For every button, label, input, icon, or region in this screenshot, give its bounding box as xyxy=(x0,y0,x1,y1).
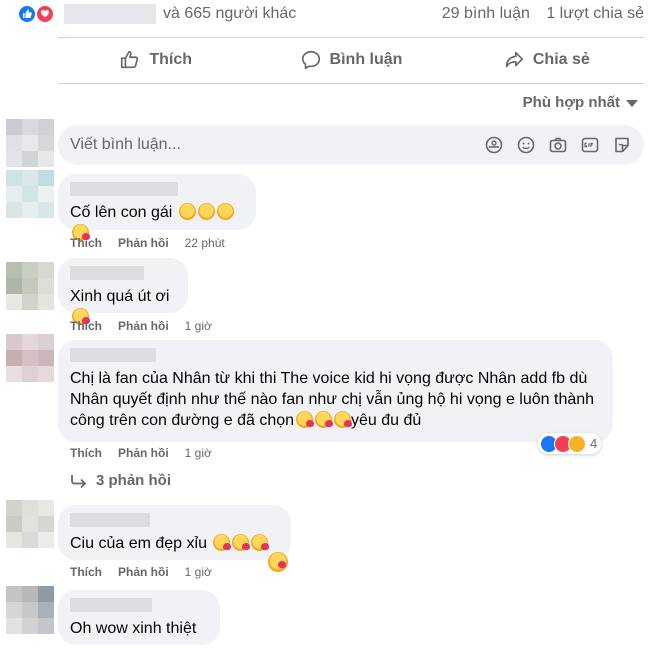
comment-meta: Thích Phản hồi 1 giờ xyxy=(70,446,212,460)
comment-bubble: Xinh quá út ơi xyxy=(58,258,188,325)
like-reaction-icon xyxy=(17,4,37,24)
reaction-icons[interactable] xyxy=(17,4,59,24)
avatar-sticker-icon[interactable] xyxy=(484,135,504,155)
emoji-icon[interactable] xyxy=(516,135,536,155)
commenter-avatar[interactable] xyxy=(6,334,54,382)
comment-meta: Thích Phản hồi 1 giờ xyxy=(70,319,212,333)
shares-count[interactable]: 1 lượt chia sẻ xyxy=(546,5,644,22)
comment-input-placeholder[interactable]: Viết bình luận... xyxy=(70,136,181,154)
comment-meta: Thích Phản hồi 1 giờ xyxy=(70,565,212,579)
divider xyxy=(58,37,644,38)
post-action-bar: Thích Bình luận Chia sẻ xyxy=(58,40,644,80)
comment-label: Bình luận xyxy=(329,51,403,68)
comment-icon xyxy=(301,50,320,70)
thumbs-up-icon xyxy=(121,50,139,69)
comment-time[interactable]: 1 giờ xyxy=(185,565,212,579)
comment-bubble: Cố lên con gái xyxy=(58,174,256,241)
post-counts: 29 bình luận 1 lượt chia sẻ xyxy=(430,5,644,23)
comment-like-link[interactable]: Thích xyxy=(70,565,102,579)
comment-reaction-badge[interactable]: 4 xyxy=(538,433,602,454)
comment-reply-link[interactable]: Phản hồi xyxy=(118,236,169,250)
comment-reply-link[interactable]: Phản hồi xyxy=(118,319,169,333)
composer-tools xyxy=(484,135,632,155)
blurred-commenter-name[interactable] xyxy=(70,348,156,362)
like-button[interactable]: Thích xyxy=(58,40,253,80)
comment-composer[interactable]: Viết bình luận... xyxy=(58,125,644,165)
comment-time[interactable]: 22 phút xyxy=(185,236,225,250)
gif-icon[interactable] xyxy=(580,135,600,155)
heart-hug-emoji-icon xyxy=(268,552,288,572)
blurred-commenter-name[interactable] xyxy=(70,182,178,196)
love-reaction-icon xyxy=(35,4,55,24)
share-arrow-icon xyxy=(505,51,523,68)
heart-face-emoji-icon xyxy=(232,534,251,551)
commenter-avatar[interactable] xyxy=(6,170,54,218)
blurred-commenter-name[interactable] xyxy=(70,598,152,612)
sort-label: Phù hợp nhất xyxy=(522,94,620,111)
reaction-count: 4 xyxy=(590,436,598,451)
comment-bubble: Chị là fan của Nhân từ khi thi The voice… xyxy=(58,340,613,442)
blurred-commenter-name[interactable] xyxy=(70,513,150,527)
blurred-commenter-name[interactable] xyxy=(70,266,144,280)
comment-sort-dropdown[interactable]: Phù hợp nhất xyxy=(523,94,638,111)
kissing-emoji-icon xyxy=(216,203,234,220)
share-label: Chia sẻ xyxy=(532,51,590,68)
chevron-down-icon xyxy=(626,100,638,107)
comment-reply-link[interactable]: Phản hồi xyxy=(118,565,169,579)
heart-face-emoji-icon xyxy=(251,534,270,551)
kissing-emoji-icon xyxy=(197,203,215,220)
heart-face-emoji-icon xyxy=(296,411,315,428)
current-user-avatar[interactable] xyxy=(6,119,54,167)
comment-like-link[interactable]: Thích xyxy=(70,319,102,333)
heart-face-emoji-icon xyxy=(334,411,353,428)
care-reaction-icon xyxy=(568,434,586,453)
camera-icon[interactable] xyxy=(548,135,568,155)
comment-text: Chị là fan của Nhân từ khi thi The voice… xyxy=(70,370,595,429)
comment-reply-link[interactable]: Phản hồi xyxy=(118,446,169,460)
commenter-avatar[interactable] xyxy=(6,262,54,310)
like-label: Thích xyxy=(149,51,192,68)
sticker-icon[interactable] xyxy=(612,135,632,155)
comment-like-link[interactable]: Thích xyxy=(70,236,102,250)
comment-text: Oh wow xinh thiệt xyxy=(70,620,197,637)
divider xyxy=(58,83,644,84)
reaction-summary: và 665 người khác 29 bình luận 1 lượt ch… xyxy=(0,0,660,30)
comments-count[interactable]: 29 bình luận xyxy=(442,5,530,22)
commenter-avatar[interactable] xyxy=(6,500,54,548)
comment-time[interactable]: 1 giờ xyxy=(185,319,212,333)
view-replies-button[interactable]: 3 phản hồi xyxy=(70,472,171,489)
heart-face-emoji-icon xyxy=(213,534,232,551)
heart-face-emoji-icon xyxy=(315,411,334,428)
comment-meta: Thích Phản hồi 22 phút xyxy=(70,236,225,250)
comment-like-link[interactable]: Thích xyxy=(70,446,102,460)
replies-count: 3 phản hồi xyxy=(96,472,171,489)
comment-bubble: Oh wow xinh thiệt xyxy=(58,590,220,645)
share-button[interactable]: Chia sẻ xyxy=(449,40,644,80)
comment-bubble: Ciu của em đẹp xỉu xyxy=(58,505,291,560)
commenter-avatar[interactable] xyxy=(6,586,54,634)
comment-text: Ciu của em đẹp xỉu xyxy=(70,533,279,554)
blurred-reactor-name xyxy=(64,4,156,24)
comment-button[interactable]: Bình luận xyxy=(253,40,448,80)
kissing-emoji-icon xyxy=(178,203,196,220)
reply-arrow-icon xyxy=(71,474,86,488)
comment-time[interactable]: 1 giờ xyxy=(185,446,212,460)
others-reacted-text[interactable]: và 665 người khác xyxy=(163,5,296,23)
